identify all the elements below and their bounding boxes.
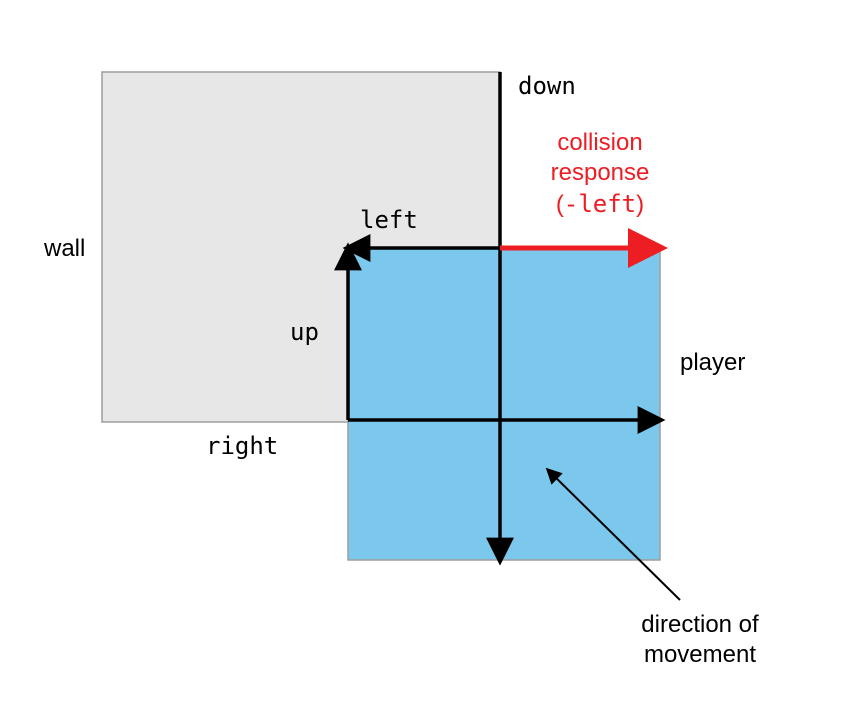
- collision-response-label-line2: response: [551, 159, 650, 186]
- collision-response-label-line1: collision: [557, 129, 642, 156]
- player-rect: [348, 248, 660, 560]
- collision-response-label-line3: (-left): [556, 190, 644, 218]
- wall-label: wall: [43, 235, 85, 262]
- left-label: left: [360, 206, 418, 234]
- collision-paren-close: ): [636, 191, 644, 218]
- collision-neg-left: -left: [564, 190, 636, 218]
- right-label: right: [206, 432, 278, 460]
- player-label: player: [680, 349, 745, 376]
- direction-label-line2: movement: [644, 641, 756, 668]
- down-label: down: [518, 72, 576, 100]
- collision-diagram: wall player down left up right collision…: [0, 0, 852, 704]
- collision-paren-open: (: [556, 191, 564, 218]
- direction-label-line1: direction of: [641, 611, 759, 638]
- up-label: up: [290, 318, 319, 346]
